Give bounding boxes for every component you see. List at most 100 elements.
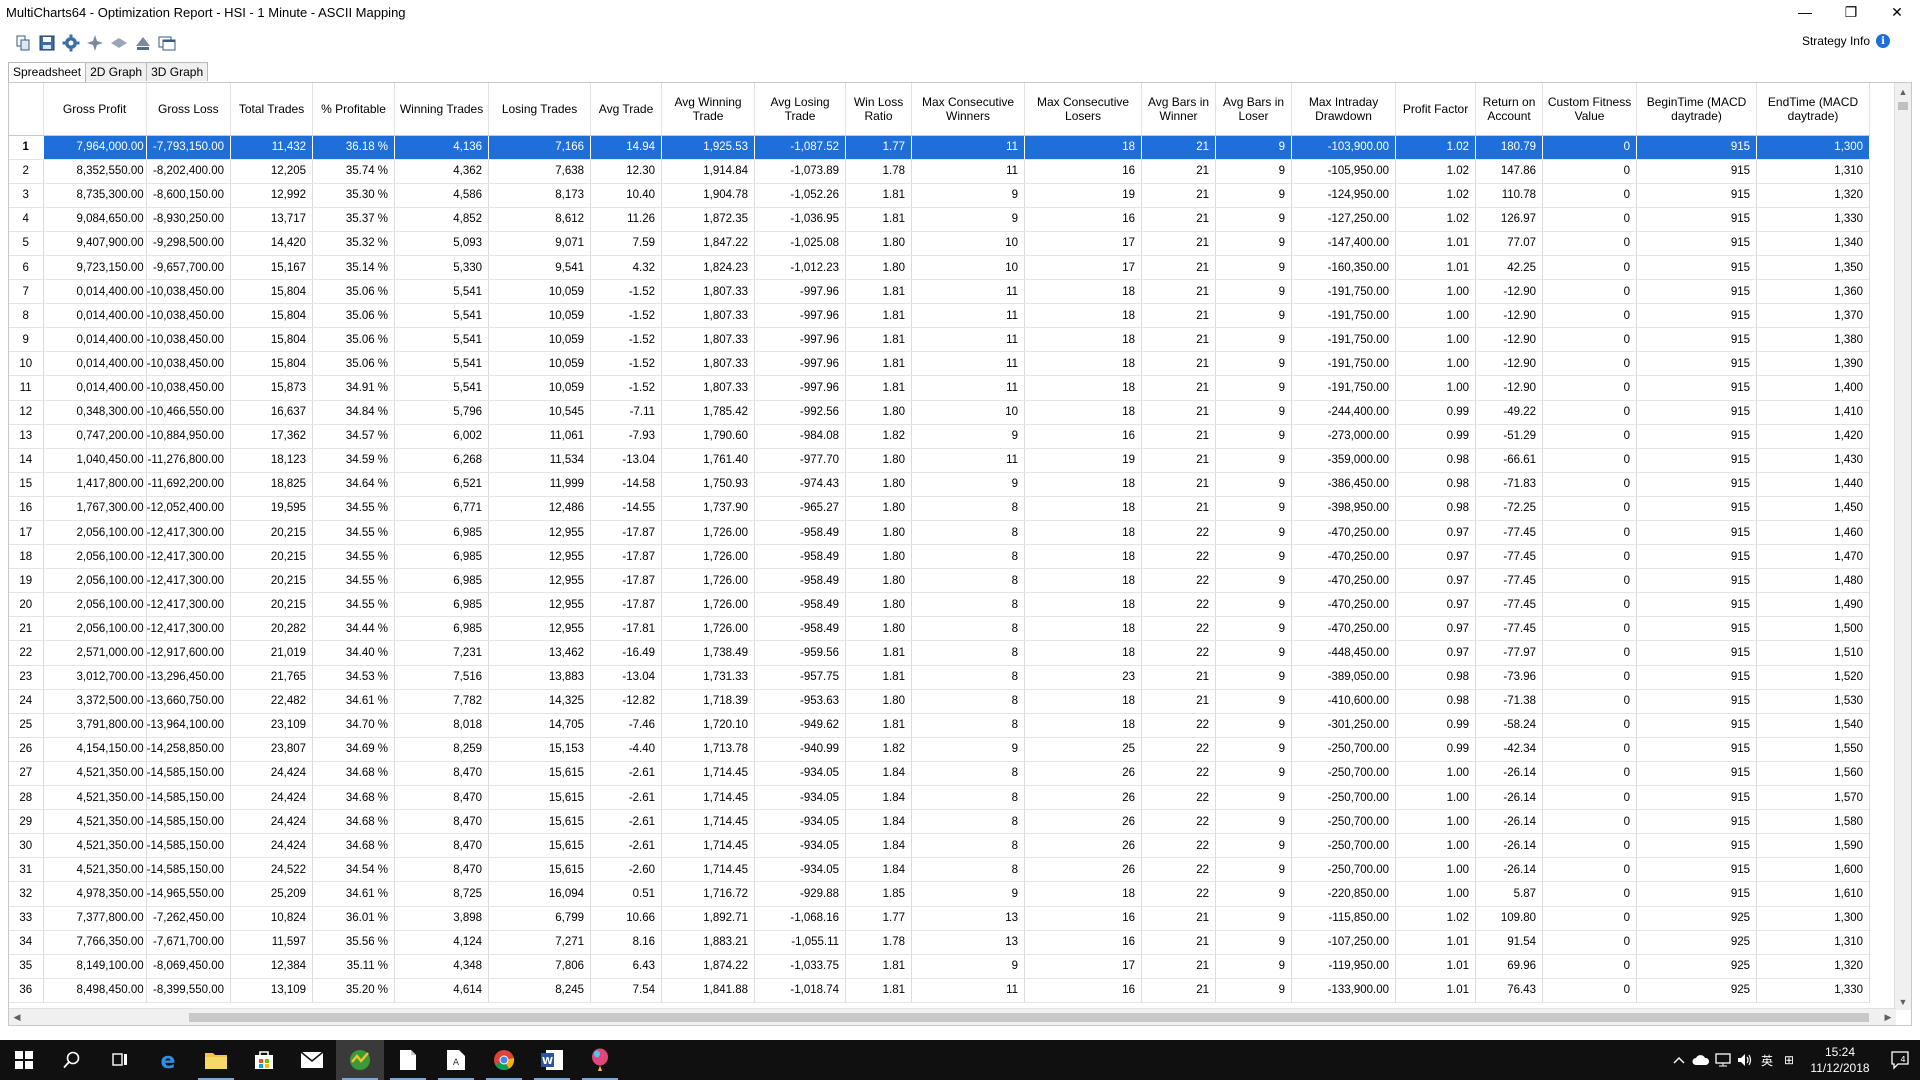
cell-roa[interactable]: -51.29 (1475, 424, 1544, 449)
cell-awt[interactable]: 1,874.22 (661, 954, 756, 979)
cell-wt[interactable]: 7,516 (394, 665, 490, 690)
cell-at[interactable]: -7.46 (590, 713, 663, 738)
cell-abw[interactable]: 22 (1141, 833, 1217, 859)
cell-mcw[interactable]: 8 (911, 544, 1026, 570)
store-icon[interactable] (240, 1040, 288, 1080)
cell-gp[interactable]: 0,014,400.00 (43, 279, 147, 305)
cell-pf[interactable]: 0.98 (1395, 665, 1477, 690)
cell-tt[interactable]: 15,804 (230, 279, 314, 305)
cell-et[interactable]: 1,560 (1756, 761, 1871, 787)
cell-gp[interactable]: 0,014,400.00 (43, 351, 147, 377)
cell-mid[interactable]: -147,400.00 (1291, 231, 1397, 256)
cell-alt[interactable]: -949.62 (754, 713, 847, 738)
row-number[interactable]: 28 (9, 785, 44, 811)
cell-abl[interactable]: 9 (1215, 303, 1293, 329)
row-number[interactable]: 12 (9, 400, 44, 425)
cell-lt[interactable]: 11,999 (488, 472, 592, 497)
row-number[interactable]: 8 (9, 303, 44, 329)
cell-awt[interactable]: 1,883.21 (661, 930, 756, 955)
cell-mcw[interactable]: 11 (911, 135, 1026, 160)
cell-cfv[interactable]: 0 (1542, 231, 1638, 256)
cell-abw[interactable]: 21 (1141, 689, 1217, 714)
cell-awt[interactable]: 1,714.45 (661, 833, 756, 859)
cell-roa[interactable]: 77.07 (1475, 231, 1544, 256)
cell-at[interactable]: -2.61 (590, 761, 663, 787)
cell-at[interactable]: 10.40 (590, 183, 663, 208)
table-row[interactable]: 11 0,014,400.00 -10,038,450.00 15,873 34.91 … (9, 375, 1871, 401)
cell-wt[interactable]: 5,541 (394, 303, 490, 329)
cell-gp[interactable]: 2,056,100.00 (43, 568, 147, 594)
row-number[interactable]: 21 (9, 616, 44, 642)
cell-cfv[interactable]: 0 (1542, 351, 1638, 377)
cell-abl[interactable]: 9 (1215, 954, 1293, 979)
cell-gp[interactable]: 2,056,100.00 (43, 544, 147, 570)
cell-awt[interactable]: 1,726.00 (661, 520, 756, 546)
cell-mid[interactable]: -103,900.00 (1291, 135, 1397, 160)
cell-abl[interactable]: 9 (1215, 520, 1293, 546)
cell-wlr[interactable]: 1.81 (845, 713, 913, 738)
cell-at[interactable]: -2.61 (590, 809, 663, 835)
cell-wt[interactable]: 5,541 (394, 279, 490, 305)
cell-wlr[interactable]: 1.77 (845, 135, 913, 160)
cell-et[interactable]: 1,330 (1756, 207, 1871, 232)
cell-wt[interactable]: 5,796 (394, 400, 490, 425)
table-row[interactable]: 2 8,352,550.00 -8,202,400.00 12,205 35.74 % 4… (9, 159, 1871, 184)
cell-abl[interactable]: 9 (1215, 833, 1293, 859)
column-header-pp[interactable]: % Profitable (312, 83, 396, 136)
cell-wlr[interactable]: 1.80 (845, 689, 913, 714)
cell-et[interactable]: 1,490 (1756, 592, 1871, 618)
cell-cfv[interactable]: 0 (1542, 785, 1638, 811)
cell-bt[interactable]: 925 (1636, 978, 1758, 1003)
hide-icon[interactable] (108, 32, 130, 54)
cell-gl[interactable]: -14,585,150.00 (146, 833, 232, 859)
cell-pp[interactable]: 34.55 % (312, 544, 396, 570)
cell-lt[interactable]: 9,071 (488, 231, 592, 256)
cell-lt[interactable]: 11,534 (488, 448, 592, 473)
cell-pf[interactable]: 0.97 (1395, 592, 1477, 618)
cell-et[interactable]: 1,300 (1756, 135, 1871, 160)
cell-awt[interactable]: 1,713.78 (661, 737, 756, 762)
file-explorer-icon[interactable] (192, 1040, 240, 1080)
copy-icon[interactable] (12, 32, 34, 54)
row-number[interactable]: 22 (9, 640, 44, 666)
cell-roa[interactable]: -12.90 (1475, 279, 1544, 305)
cell-gl[interactable]: -10,038,450.00 (146, 375, 232, 401)
cell-gp[interactable]: 9,723,150.00 (43, 255, 147, 281)
cell-gl[interactable]: -13,296,450.00 (146, 665, 232, 690)
cell-abw[interactable]: 21 (1141, 665, 1217, 690)
cell-abw[interactable]: 22 (1141, 785, 1217, 811)
cell-abw[interactable]: 22 (1141, 640, 1217, 666)
cell-pp[interactable]: 35.32 % (312, 231, 396, 256)
cell-alt[interactable]: -957.75 (754, 665, 847, 690)
cell-mid[interactable]: -250,700.00 (1291, 809, 1397, 835)
cell-mid[interactable]: -359,000.00 (1291, 448, 1397, 473)
cell-alt[interactable]: -1,012.23 (754, 255, 847, 281)
cell-at[interactable]: 0.51 (590, 881, 663, 907)
cell-mcl[interactable]: 19 (1024, 183, 1143, 208)
cell-tt[interactable]: 23,109 (230, 713, 314, 738)
cell-pp[interactable]: 34.64 % (312, 472, 396, 497)
cell-tt[interactable]: 12,992 (230, 183, 314, 208)
table-row[interactable]: 26 4,154,150.00 -14,258,850.00 23,807 34.69 … (9, 737, 1871, 762)
cell-roa[interactable]: 42.25 (1475, 255, 1544, 281)
cell-roa[interactable]: -77.97 (1475, 640, 1544, 666)
column-header-roa[interactable]: Return on Account (1475, 83, 1544, 136)
cell-gp[interactable]: 4,978,350.00 (43, 881, 147, 907)
cell-lt[interactable]: 8,612 (488, 207, 592, 232)
cell-lt[interactable]: 7,166 (488, 135, 592, 160)
cell-wlr[interactable]: 1.81 (845, 207, 913, 232)
cell-roa[interactable]: -12.90 (1475, 327, 1544, 353)
cell-cfv[interactable]: 0 (1542, 448, 1638, 473)
cell-lt[interactable]: 10,059 (488, 303, 592, 329)
tab-2d-graph[interactable]: 2D Graph (85, 62, 148, 81)
cell-awt[interactable]: 1,726.00 (661, 616, 756, 642)
cell-mcw[interactable]: 10 (911, 255, 1026, 281)
cell-lt[interactable]: 12,955 (488, 520, 592, 546)
cell-bt[interactable]: 915 (1636, 135, 1758, 160)
row-number[interactable]: 3 (9, 183, 44, 208)
cell-pp[interactable]: 36.01 % (312, 906, 396, 931)
cell-awt[interactable]: 1,904.78 (661, 183, 756, 208)
cell-awt[interactable]: 1,824.23 (661, 255, 756, 281)
cell-cfv[interactable]: 0 (1542, 978, 1638, 1003)
cell-lt[interactable]: 10,059 (488, 351, 592, 377)
